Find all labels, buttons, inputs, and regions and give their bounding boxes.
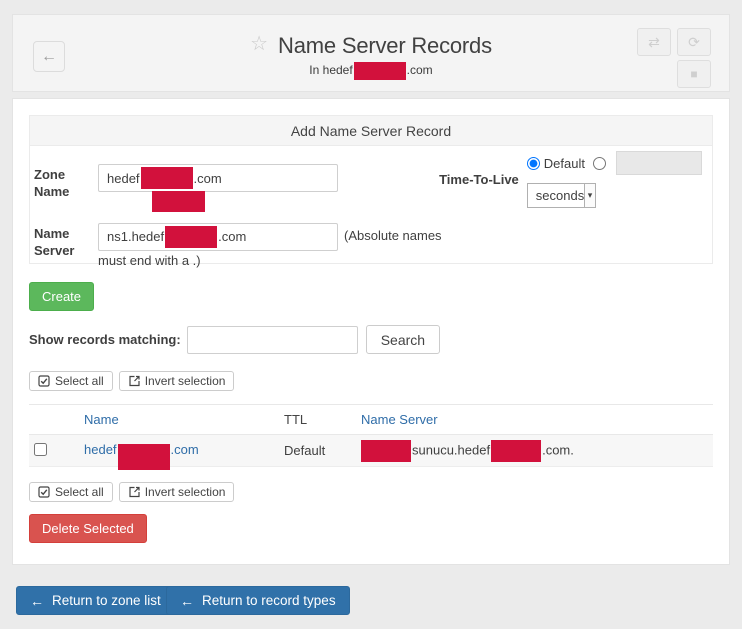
name-server-input[interactable]: ns1.hedef .com (98, 223, 338, 251)
create-button[interactable]: Create (29, 282, 94, 311)
name-server-label: Name Server (34, 223, 98, 271)
main-content: Add Name Server Record Zone Name hedef .c… (12, 98, 730, 565)
share-square-icon (128, 486, 140, 498)
refresh-button[interactable]: ⟳ (677, 28, 711, 56)
checked-box-icon (38, 375, 50, 387)
title-block: ☆ Name Server Records In hedef .com (13, 31, 729, 80)
refresh-icon: ⟳ (688, 34, 700, 51)
redaction-box (491, 440, 541, 462)
left-arrow-icon: ← (30, 593, 44, 609)
search-label: Show records matching: (29, 332, 181, 347)
ttl-default-option-label: Default (544, 156, 585, 171)
name-server-value-after: .com (218, 227, 246, 247)
select-all-label: Select all (55, 485, 104, 499)
return-to-zone-list-label: Return to zone list (52, 593, 161, 608)
selection-buttons-top: Select all Invert selection (29, 371, 713, 391)
subtitle-prefix: In hedef (309, 63, 352, 77)
add-record-form: Zone Name hedef.com Name Server ns1.hede… (30, 146, 712, 263)
records-table: Name TTL Name Server hedef .com Default s… (29, 404, 713, 467)
name-column-header[interactable]: Name (84, 412, 119, 427)
select-all-button[interactable]: Select all (29, 371, 113, 391)
zone-name-value-after: .com (194, 171, 222, 186)
zone-name-label: Zone Name (34, 164, 98, 200)
return-to-record-types-button[interactable]: ← Return to record types (166, 586, 350, 615)
search-input[interactable] (187, 326, 358, 354)
record-ttl: Default (284, 443, 325, 458)
share-square-icon (128, 375, 140, 387)
invert-selection-label: Invert selection (145, 485, 226, 499)
name-server-cell: ns1.hedef.com (Absolute names must end w… (98, 223, 443, 271)
redaction-box (354, 62, 406, 80)
ttl-label: Time-To-Live (439, 172, 519, 187)
ttl-group: Time-To-Live Default seconds ▾ (439, 151, 702, 208)
record-name-server: sunucu.hedef .com. (361, 440, 713, 462)
ttl-custom-input[interactable] (616, 151, 702, 175)
return-to-zone-list-button[interactable]: ← Return to zone list (16, 586, 175, 615)
ttl-unit-value: seconds (528, 184, 584, 207)
panel-title: Add Name Server Record (30, 116, 712, 146)
redaction-box (361, 440, 411, 462)
name-server-value-before: ns1.hedef (107, 227, 164, 247)
invert-selection-button[interactable]: Invert selection (119, 482, 235, 502)
search-row: Show records matching: Search (29, 325, 713, 354)
select-all-label: Select all (55, 374, 104, 388)
retweet-button[interactable]: ⇄ (637, 28, 671, 56)
ttl-unit-select[interactable]: seconds ▾ (527, 183, 596, 208)
page-header: ← ☆Name Server Records In hedef.com ⇄ ⟳ … (12, 14, 730, 92)
redaction-box (152, 191, 205, 212)
name-server-column-header[interactable]: Name Server (361, 412, 438, 427)
page-title: Name Server Records (278, 33, 492, 58)
invert-selection-button[interactable]: Invert selection (119, 371, 235, 391)
redaction-box (165, 226, 217, 248)
retweet-icon: ⇄ (648, 34, 660, 51)
delete-selected-button[interactable]: Delete Selected (29, 514, 147, 543)
invert-selection-label: Invert selection (145, 374, 226, 388)
favorite-star-icon[interactable]: ☆ (250, 33, 268, 55)
ttl-controls: Default seconds ▾ (527, 151, 702, 208)
ttl-column-header: TTL (284, 412, 307, 427)
stop-icon: ■ (690, 67, 697, 81)
record-name-before: hedef (84, 442, 117, 457)
return-to-record-types-label: Return to record types (202, 593, 336, 608)
redaction-box (141, 167, 193, 189)
search-button[interactable]: Search (366, 325, 440, 354)
page-subtitle: In hedef .com (13, 62, 729, 80)
redaction-box (118, 444, 170, 470)
record-name-after: .com (171, 442, 199, 457)
record-ns-after: .com. (542, 442, 574, 457)
zone-name-input[interactable]: hedef .com (98, 164, 338, 192)
ttl-default-radio[interactable] (527, 157, 540, 170)
record-name-link[interactable]: hedef .com (84, 442, 199, 457)
table-row: hedef .com Default sunucu.hedef .com. (29, 435, 713, 467)
table-header-row: Name TTL Name Server (29, 405, 713, 435)
ttl-custom-radio[interactable] (593, 157, 606, 170)
checked-box-icon (38, 486, 50, 498)
selection-buttons-bottom: Select all Invert selection (29, 482, 713, 502)
add-record-panel: Add Name Server Record Zone Name hedef .c… (29, 115, 713, 264)
chevron-down-icon: ▾ (584, 184, 595, 207)
select-all-button[interactable]: Select all (29, 482, 113, 502)
stop-button[interactable]: ■ (677, 60, 711, 88)
row-checkbox[interactable] (34, 443, 47, 456)
subtitle-suffix: .com (407, 63, 433, 77)
record-ns-mid: sunucu.hedef (412, 442, 490, 457)
zone-name-value-before: hedef (107, 171, 140, 186)
left-arrow-icon: ← (180, 593, 194, 609)
